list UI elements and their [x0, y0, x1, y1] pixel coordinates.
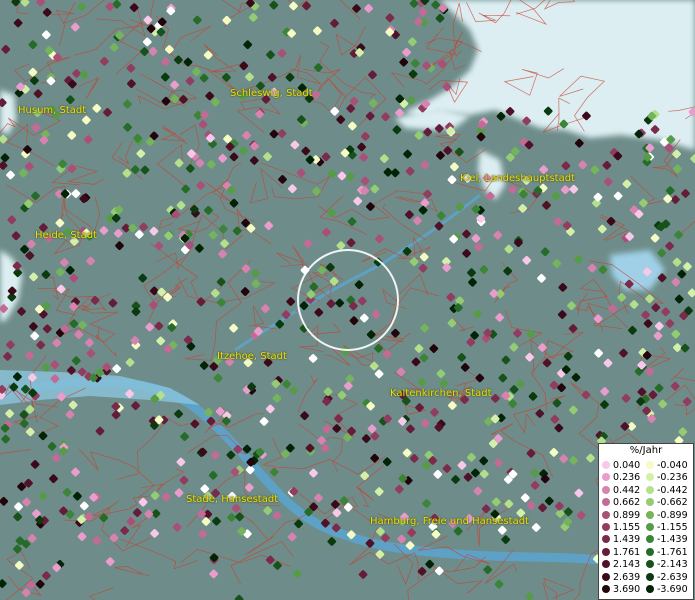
- legend-label: 2.639: [613, 571, 641, 583]
- legend-row-negative: -1.439: [646, 534, 688, 546]
- legend-row-negative: -0.442: [646, 485, 688, 497]
- legend-row-positive: 0.442: [602, 485, 640, 497]
- legend-label: -3.690: [657, 584, 688, 595]
- city-label-schleswig: Schleswig, Stadt: [230, 88, 313, 99]
- legend-row-negative: -1.761: [646, 547, 688, 559]
- legend-row-negative: -0.236: [646, 472, 688, 484]
- legend-label: -0.662: [657, 497, 688, 509]
- legend-swatch: [646, 498, 654, 507]
- legend-swatch: [646, 585, 654, 593]
- legend-swatch: [602, 510, 610, 519]
- legend-row-positive: 2.143: [602, 559, 640, 571]
- legend-row-positive: 0.899: [602, 510, 640, 522]
- legend-swatch: [602, 473, 610, 482]
- legend-row-positive: 2.639: [602, 572, 640, 584]
- legend-row-positive: 0.236: [602, 472, 640, 484]
- legend-label: -1.439: [657, 534, 688, 546]
- legend-row-positive: 3.690: [602, 584, 640, 596]
- legend-row-positive: 0.662: [602, 497, 640, 509]
- legend-swatch: [646, 461, 654, 469]
- legend: %/Jahr 0.040 0.236 0.442 0.662 0.899 1.155 1.4…: [598, 443, 694, 600]
- legend-row-negative: -2.143: [646, 559, 688, 571]
- legend-label: 0.442: [613, 484, 641, 496]
- legend-label: -2.143: [657, 559, 688, 571]
- city-label-heide: Heide, Stadt: [35, 230, 97, 241]
- legend-row-negative: -1.155: [646, 522, 688, 534]
- legend-row-positive: 1.155: [602, 522, 640, 534]
- legend-swatch: [646, 547, 654, 556]
- city-label-stade: Stade, Hansestadt: [186, 494, 279, 505]
- legend-swatch: [602, 461, 610, 469]
- city-label-itzehoe: Itzehoe, Stadt: [217, 351, 287, 362]
- legend-label: -0.040: [657, 460, 688, 471]
- legend-label: -0.236: [657, 472, 688, 484]
- legend-swatch: [602, 485, 610, 494]
- legend-swatch: [602, 535, 610, 544]
- legend-swatch: [602, 498, 610, 507]
- legend-label: 0.236: [613, 472, 641, 484]
- legend-row-positive: 0.040: [602, 460, 640, 472]
- legend-label: -1.761: [657, 546, 688, 558]
- legend-swatch: [602, 585, 610, 593]
- city-label-kaltenkirchen: Kaltenkirchen, Stadt: [390, 388, 492, 399]
- legend-label: 0.662: [613, 497, 641, 509]
- legend-swatch: [646, 535, 654, 544]
- legend-row-negative: -0.662: [646, 497, 688, 509]
- map-surface: [0, 0, 695, 600]
- legend-swatch: [602, 547, 610, 556]
- legend-row-negative: -2.639: [646, 572, 688, 584]
- legend-label: 0.040: [613, 460, 641, 471]
- legend-swatch: [602, 523, 610, 531]
- legend-label: -1.155: [657, 522, 688, 533]
- legend-swatch: [646, 473, 654, 482]
- map-canvas[interactable]: Husum, Stadt Schleswig, Stadt Kiel, Land…: [0, 0, 695, 600]
- legend-swatch: [646, 572, 654, 581]
- legend-swatch: [646, 485, 654, 494]
- legend-row-negative: -3.690: [646, 584, 688, 596]
- legend-label: -2.639: [657, 571, 688, 583]
- legend-swatch: [602, 560, 610, 569]
- legend-label: 1.761: [613, 546, 641, 558]
- legend-row-negative: -0.899: [646, 510, 688, 522]
- legend-swatch: [646, 523, 654, 531]
- legend-label: 3.690: [613, 584, 641, 595]
- legend-swatch: [646, 510, 654, 519]
- legend-label: -0.899: [657, 509, 688, 521]
- legend-label: 1.155: [613, 522, 641, 533]
- legend-label: 1.439: [613, 534, 641, 546]
- legend-swatch: [646, 560, 654, 569]
- legend-label: 2.143: [613, 559, 641, 571]
- city-label-husum: Husum, Stadt: [18, 105, 87, 116]
- legend-label: 0.899: [613, 509, 641, 521]
- city-label-hamburg: Hamburg, Freie und Hansestadt: [370, 516, 529, 527]
- legend-row-negative: -0.040: [646, 460, 688, 472]
- legend-row-positive: 1.439: [602, 534, 640, 546]
- legend-title: %/Jahr: [629, 445, 663, 456]
- legend-label: -0.442: [657, 484, 688, 496]
- legend-swatch: [602, 572, 610, 581]
- city-label-kiel: Kiel, Landeshauptstadt: [460, 173, 575, 184]
- legend-row-positive: 1.761: [602, 547, 640, 559]
